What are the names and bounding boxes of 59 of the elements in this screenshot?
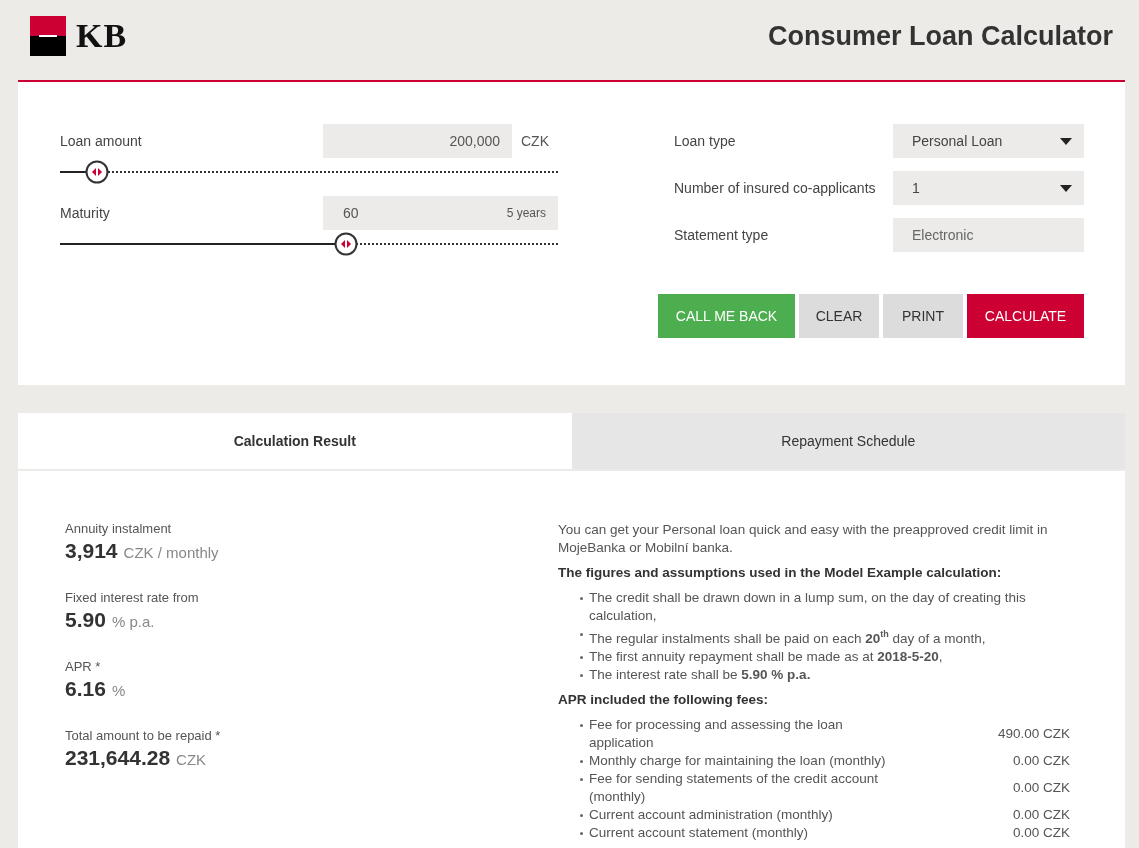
result-label: Total amount to be repaid *: [65, 728, 222, 743]
fee-name: Fee for sending statements of the credit account (monthly): [589, 769, 879, 806]
list-text: The regular instalments shall be paid on each 20$^{th}$ day of a month,: [589, 628, 986, 648]
action-button[interactable]: PRINT: [883, 294, 963, 338]
fee-amount: 0.00 CZK: [1011, 778, 1070, 797]
fee-name: Current account administration (monthly): [589, 805, 834, 824]
logo-icon: [30, 16, 66, 56]
result-unit: %: [111, 682, 126, 699]
dropdown[interactable]: Personal Loan: [893, 124, 1084, 158]
bullet-dot: [580, 597, 583, 600]
result-label: Annuity instalment: [65, 521, 173, 536]
bullet-dot: [580, 655, 583, 659]
action-button[interactable]: CLEAR: [799, 294, 879, 338]
unit-label: CZK: [520, 133, 550, 149]
input-field[interactable]: 60 5 years: [323, 196, 558, 230]
fee-amount: 0.00 CZK: [1011, 751, 1070, 770]
dropdown[interactable]: 1: [893, 171, 1084, 205]
intro-text: You can get your Personal loan quick and easy with the preapproved credit limit in MojeBanka or Mobilní banka.: [558, 521, 1049, 557]
page-title: Consumer Loan Calculator: [767, 20, 1113, 52]
slider-handle[interactable]: [84, 160, 109, 184]
section-heading: APR included the following fees:: [558, 691, 769, 707]
caret-icon: [1060, 184, 1072, 192]
caret-icon: [1060, 137, 1072, 145]
result-value: 6.16: [65, 677, 106, 701]
bullet-dot: [580, 831, 583, 835]
fee-name: Fee for processing and assessing the loan application: [589, 715, 844, 752]
bullet-dot: [580, 633, 583, 636]
fee-name: Current account statement (monthly): [589, 823, 810, 842]
result-unit: CZK: [176, 751, 207, 768]
readonly-field: Electronic: [893, 218, 1084, 252]
bullet-dot: [580, 673, 583, 677]
section-heading: The figures and assumptions used in the Model Example calculation:: [558, 565, 1003, 580]
result-unit: % p.a.: [111, 613, 155, 630]
result-label: APR *: [65, 659, 102, 674]
action-button[interactable]: CALCULATE: [967, 294, 1084, 338]
field-label: Loan amount: [60, 133, 143, 149]
list-text: The first annuity repayment shall be made as at 2018-5-20,: [589, 647, 943, 666]
result-value: 5.90: [65, 608, 106, 632]
bullet-dot: [580, 759, 583, 763]
field-label: Loan type: [674, 133, 737, 149]
slider-handle[interactable]: [333, 232, 358, 256]
fee-name: Monthly charge for maintaining the loan (monthly): [589, 751, 887, 770]
fee-amount: 0.00 CZK: [1011, 823, 1070, 842]
result-label: Fixed interest rate from: [65, 590, 200, 605]
result-unit: CZK / monthly: [123, 544, 219, 561]
field-label: Statement type: [674, 227, 770, 243]
fee-amount: 0.00 CZK: [1011, 805, 1070, 824]
logo-text: KB: [76, 17, 128, 55]
bullet-dot: [580, 723, 583, 727]
result-value: 3,914: [65, 539, 118, 563]
bullet-dot: [580, 777, 583, 781]
fee-amount: 490.00 CZK: [996, 724, 1070, 743]
tab[interactable]: Repayment Schedule: [571, 413, 1125, 469]
result-value: 231,644.28: [65, 746, 171, 770]
list-text: The interest rate shall be 5.90 % p.a.: [589, 665, 811, 684]
field-label: Number of insured co-applicants: [674, 180, 877, 196]
bullet-dot: [580, 813, 583, 817]
field-label: Maturity: [60, 205, 111, 221]
input-field[interactable]: 200,000: [323, 124, 512, 158]
